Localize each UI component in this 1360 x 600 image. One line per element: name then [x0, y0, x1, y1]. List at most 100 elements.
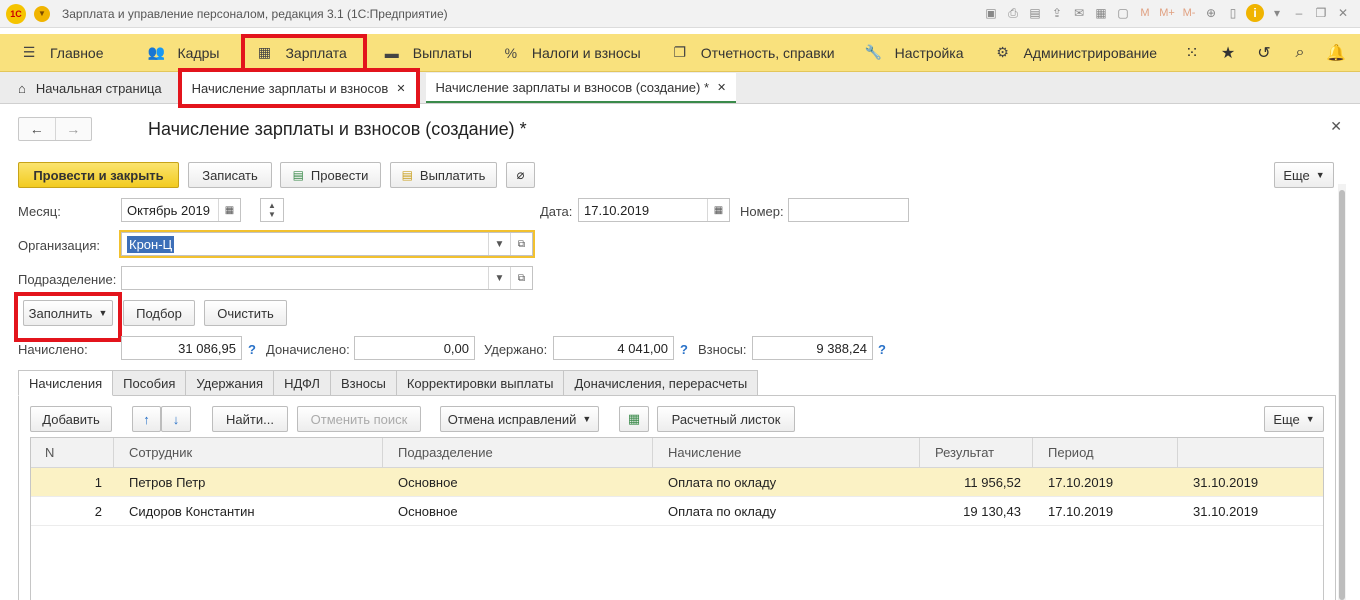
cell-department: Основное — [398, 474, 458, 490]
payslip-button[interactable]: Расчетный листок — [657, 406, 795, 432]
post-button[interactable]: ▤ Провести — [280, 162, 381, 188]
department-field[interactable]: ▼ ⧉ — [121, 266, 533, 290]
section-salary[interactable]: ▦ Зарплата — [241, 33, 367, 72]
tab-home[interactable]: ⌂ Начальная страница — [8, 73, 172, 103]
tab-benefits[interactable]: Пособия — [113, 370, 187, 396]
tab-ndfl[interactable]: НДФЛ — [274, 370, 331, 396]
section-label: Зарплата — [285, 44, 347, 61]
find-button[interactable]: Найти... — [212, 406, 288, 432]
section-reports[interactable]: ❐ Отчетность, справки — [661, 34, 849, 72]
close-icon[interactable]: ✕ — [717, 81, 726, 94]
open-icon[interactable]: ⧉ — [510, 267, 532, 289]
cell-number: 1 — [94, 474, 102, 490]
back-arrow-icon[interactable]: ← — [19, 118, 55, 140]
cell-period-start: 17.10.2019 — [1048, 503, 1114, 519]
dropdown-chevron-icon[interactable]: ▼ — [488, 233, 510, 255]
restore-icon[interactable]: ❐ — [1312, 4, 1330, 22]
form-scrollbar[interactable] — [1338, 184, 1346, 600]
tab-payroll-create[interactable]: Начисление зарплаты и взносов (создание)… — [425, 73, 737, 103]
calendar-icon[interactable]: ▦ — [707, 199, 729, 221]
column-header[interactable]: Результат — [920, 438, 1033, 467]
section-payments[interactable]: ▬ Выплаты — [373, 34, 486, 72]
grid-more-button[interactable]: Еще ▼ — [1264, 406, 1324, 432]
mail-icon[interactable]: ✉ — [1070, 4, 1088, 22]
organization-field[interactable]: Крон-Ц ▼ ⧉ — [119, 230, 535, 258]
tab-contributions[interactable]: Взносы — [330, 370, 397, 396]
close-window-icon[interactable]: ✕ — [1334, 4, 1352, 22]
history-icon[interactable]: ↺ — [1254, 43, 1274, 63]
column-header[interactable]: N — [31, 438, 114, 467]
memory-minus-icon[interactable]: M- — [1180, 4, 1198, 22]
column-header[interactable]: Период — [1033, 438, 1178, 467]
post-and-close-button[interactable]: Провести и закрыть — [18, 162, 179, 188]
accrued-field: 31 086,95 — [121, 336, 242, 360]
print-icon[interactable]: ⎙ — [1004, 4, 1022, 22]
accrued-help-icon[interactable]: ? — [248, 342, 256, 357]
column-header[interactable]: Подразделение — [383, 438, 653, 467]
cancel-search-button[interactable]: Отменить поиск — [297, 406, 421, 432]
apps-grid-icon[interactable]: ⁙ — [1182, 43, 1202, 63]
tab-payroll-list[interactable]: Начисление зарплаты и взносов ✕ — [177, 68, 420, 108]
form-close-icon[interactable]: ✕ — [1330, 118, 1342, 135]
tab-deductions[interactable]: Удержания — [186, 370, 275, 396]
chevron-down-icon[interactable]: ▼ — [268, 210, 276, 219]
pay-button[interactable]: ▤ Выплатить — [390, 162, 497, 188]
tab-payment-corrections[interactable]: Корректировки выплаты — [396, 370, 565, 396]
search-icon[interactable]: ⌕ — [1290, 43, 1310, 63]
close-icon[interactable]: ✕ — [396, 82, 405, 95]
info-icon[interactable]: i — [1246, 4, 1264, 22]
pick-button[interactable]: Подбор — [123, 300, 195, 326]
dropdown-chevron-icon[interactable]: ▼ — [488, 267, 510, 289]
preview-icon[interactable]: ▤ — [1026, 4, 1044, 22]
forward-arrow-icon[interactable]: → — [54, 118, 92, 140]
open-icon[interactable]: ⧉ — [510, 233, 532, 255]
section-hr[interactable]: 👥 Кадры — [138, 34, 234, 72]
chevron-up-icon[interactable]: ▲ — [268, 201, 276, 210]
cancel-corrections-button[interactable]: Отмена исправлений ▼ — [440, 406, 599, 432]
clear-button[interactable]: Очистить — [204, 300, 287, 326]
month-stepper[interactable]: ▲ ▼ — [260, 198, 284, 222]
fill-button[interactable]: Заполнить ▼ — [23, 300, 113, 326]
add-table-button[interactable]: ▦ — [619, 406, 649, 432]
tab-recalculations[interactable]: Доначисления, перерасчеты — [564, 370, 759, 396]
section-settings[interactable]: 🔧 Настройка — [855, 34, 978, 72]
minimize-icon[interactable]: – — [1290, 4, 1308, 22]
column-header[interactable]: Сотрудник — [114, 438, 383, 467]
move-up-button[interactable]: ↑ — [132, 406, 161, 432]
upload-icon[interactable]: ⇪ — [1048, 4, 1066, 22]
section-admin[interactable]: ⚙ Администрирование — [984, 34, 1172, 72]
date-field[interactable]: 17.10.2019 ▦ — [578, 198, 730, 222]
cell-period-end: 31.10.2019 — [1193, 474, 1259, 490]
scrollbar-thumb[interactable] — [1339, 190, 1345, 600]
table-row[interactable]: 2 Сидоров Константин Основное Оплата по … — [31, 497, 1323, 526]
bell-icon[interactable]: 🔔 — [1326, 43, 1346, 63]
memory-icon[interactable]: M — [1136, 4, 1154, 22]
add-row-button[interactable]: Добавить — [30, 406, 112, 432]
memory-plus-icon[interactable]: M+ — [1158, 4, 1176, 22]
tab-accruals[interactable]: Начисления — [18, 370, 114, 396]
more-button[interactable]: Еще ▼ — [1274, 162, 1334, 188]
move-down-button[interactable]: ↓ — [161, 406, 191, 432]
panel-icon[interactable]: ▯ — [1224, 4, 1242, 22]
cell-period-start: 17.10.2019 — [1048, 474, 1114, 490]
favorites-star-icon[interactable]: ★ — [1218, 43, 1238, 63]
column-header[interactable]: Начисление — [653, 438, 920, 467]
info-dropdown-icon[interactable]: ▾ — [1268, 4, 1286, 22]
month-field[interactable]: Октябрь 2019 ▦ — [121, 198, 241, 222]
save-button[interactable]: Записать — [188, 162, 272, 188]
calendar-icon[interactable]: ▦ — [218, 199, 240, 221]
number-field[interactable] — [788, 198, 909, 222]
table-row[interactable]: 1 Петров Петр Основное Оплата по окладу … — [31, 468, 1323, 497]
main-menu-button[interactable]: ▼ — [34, 5, 50, 22]
column-header[interactable] — [1178, 438, 1323, 467]
calendar-icon[interactable]: ▢ — [1114, 4, 1132, 22]
table-icon[interactable]: ▦ — [1092, 4, 1110, 22]
attach-button[interactable]: ⌀ — [506, 162, 535, 188]
sections-panel: ☰ Главное 👥 Кадры ▦ Зарплата ▬ Выплаты %… — [0, 33, 1360, 72]
withheld-help-icon[interactable]: ? — [680, 342, 688, 357]
save-icon[interactable]: ▣ — [982, 4, 1000, 22]
zoom-icon[interactable]: ⊕ — [1202, 4, 1220, 22]
contributions-help-icon[interactable]: ? — [878, 342, 886, 357]
section-main[interactable]: ☰ Главное — [10, 34, 118, 72]
section-taxes[interactable]: % Налоги и взносы — [492, 34, 655, 72]
